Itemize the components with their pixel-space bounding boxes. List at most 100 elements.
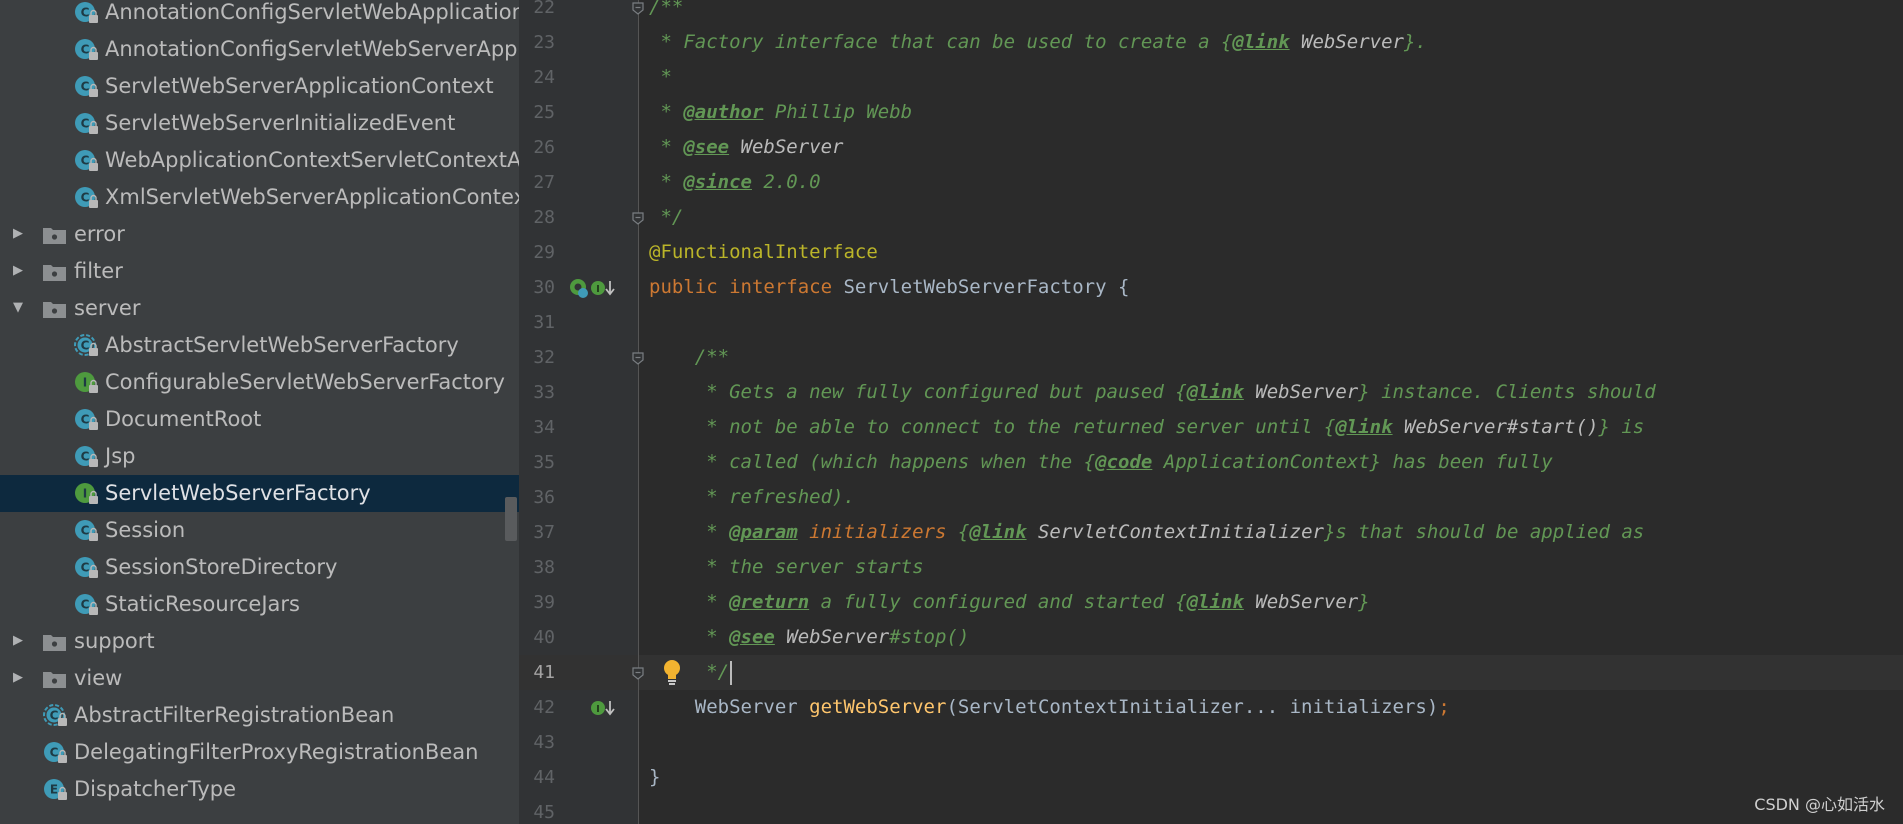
line-number: 35 (533, 452, 555, 473)
code-token: * (649, 136, 684, 158)
fold-marker-icon[interactable] (631, 665, 645, 680)
navigate-down-icon[interactable] (604, 279, 616, 301)
line-number: 43 (533, 732, 555, 753)
code-token: } (1358, 591, 1370, 613)
tree-class-row[interactable]: C Jsp (0, 438, 519, 475)
tree-class-row[interactable]: C AbstractFilterRegistrationBean (0, 697, 519, 734)
expand-arrow-right-icon[interactable]: ▶ (11, 670, 25, 686)
code-line[interactable]: 40 * @see WebServer#stop() (519, 620, 1903, 655)
tree-class-row[interactable]: C DocumentRoot (0, 401, 519, 438)
line-number: 38 (533, 557, 555, 578)
tree-item-label: AnnotationConfigServletWebServerApplicat… (105, 37, 519, 61)
tree-class-row[interactable]: I ServletWebServerFactory (0, 475, 519, 512)
expand-arrow-right-icon[interactable]: ▶ (11, 263, 25, 279)
package-folder-icon (42, 632, 68, 652)
code-line[interactable]: 33 * Gets a new fully configured but pau… (519, 375, 1903, 410)
tree-scrollbar[interactable] (505, 497, 517, 541)
code-token: public interface (649, 276, 844, 298)
code-token: WebServer (1289, 31, 1404, 53)
line-number: 27 (533, 172, 555, 193)
svg-text:C: C (81, 43, 90, 57)
navigate-down-icon[interactable] (604, 699, 616, 721)
tree-class-row[interactable]: C ServletWebServerApplicationContext (0, 68, 519, 105)
line-number: 29 (533, 242, 555, 263)
tree-class-row[interactable]: C WebApplicationContextServletContextAwar… (0, 142, 519, 179)
svg-text:I: I (596, 704, 600, 715)
tree-class-row[interactable]: C DelegatingFilterProxyRegistrationBean (0, 734, 519, 771)
line-number: 44 (533, 767, 555, 788)
ide-window: C AnnotationConfigServletWebApplicationCo… (0, 0, 1903, 824)
expand-arrow-right-icon[interactable]: ▶ (11, 633, 25, 649)
code-editor[interactable]: 22 /** 23 * Factory interface that can be … (519, 0, 1903, 824)
tree-class-row[interactable]: C ServletWebServerInitializedEvent (0, 105, 519, 142)
tree-class-row[interactable]: C SessionStoreDirectory (0, 549, 519, 586)
code-line[interactable]: 42 WebServer getWebServer(ServletContext… (519, 690, 1903, 725)
code-line[interactable]: 29 @FunctionalInterface (519, 235, 1903, 270)
expand-arrow-down-icon[interactable]: ▼ (11, 300, 25, 316)
code-token: @code (1095, 451, 1153, 473)
tree-class-row[interactable]: C AnnotationConfigServletWebServerApplica… (0, 31, 519, 68)
code-line[interactable]: 34 * not be able to connect to the retur… (519, 410, 1903, 445)
tree-class-row[interactable]: C XmlServletWebServerApplicationContext (0, 179, 519, 216)
line-number: 31 (533, 312, 555, 333)
current-code-line[interactable]: 41 */ (519, 655, 1903, 690)
tree-class-row[interactable]: E DispatcherType (0, 771, 519, 808)
code-line[interactable]: 39 * @return a fully configured and star… (519, 585, 1903, 620)
fold-marker-icon[interactable] (631, 350, 645, 365)
tree-package-row[interactable]: ▶ error (0, 216, 519, 253)
code-line[interactable]: 26 * @see WebServer (519, 130, 1903, 165)
svg-text:C: C (81, 154, 90, 168)
expand-arrow-right-icon[interactable]: ▶ (11, 226, 25, 242)
code-line[interactable]: 28 */ (519, 200, 1903, 235)
line-number: 36 (533, 487, 555, 508)
line-number: 33 (533, 382, 555, 403)
code-line[interactable]: 22 /** (519, 0, 1903, 25)
tree-package-row[interactable]: ▶ filter (0, 253, 519, 290)
code-token: #stop() (889, 626, 970, 648)
code-token: }. (1403, 31, 1427, 53)
tree-item-label: AnnotationConfigServletWebApplicationCon… (105, 0, 519, 24)
intention-bulb-icon[interactable] (661, 659, 683, 689)
svg-text:C: C (81, 450, 90, 464)
tree-class-row[interactable]: I ConfigurableServletWebServerFactory (0, 364, 519, 401)
code-line[interactable]: 43 (519, 725, 1903, 760)
code-line[interactable]: 23 * Factory interface that can be used … (519, 25, 1903, 60)
tree-item-label: WebApplicationContextServletContextAware… (105, 148, 519, 172)
code-text: } (649, 760, 660, 795)
code-line[interactable]: 36 * refreshed). (519, 480, 1903, 515)
tree-package-row[interactable]: ▶ view (0, 660, 519, 697)
code-text: /** (649, 340, 729, 375)
tree-class-row[interactable]: C Session (0, 512, 519, 549)
code-line[interactable]: 25 * @author Phillip Webb (519, 95, 1903, 130)
code-token: WebServer (649, 696, 810, 718)
tree-class-row[interactable]: C AnnotationConfigServletWebApplicationCo… (0, 0, 519, 31)
code-line[interactable]: 30 public interface ServletWebServerFacto… (519, 270, 1903, 305)
code-line[interactable]: 38 * the server starts (519, 550, 1903, 585)
code-line[interactable]: 32 /** (519, 340, 1903, 375)
svg-text:C: C (50, 746, 59, 760)
svg-text:C: C (81, 598, 90, 612)
code-text: /** (649, 0, 683, 25)
code-line[interactable]: 44} (519, 760, 1903, 795)
code-token: /** (649, 346, 730, 368)
code-line[interactable]: 37 * @param initializers {@link ServletC… (519, 515, 1903, 550)
code-token: * (649, 521, 730, 543)
fold-marker-icon[interactable] (631, 0, 645, 15)
abstract-class-icon: C (73, 333, 99, 359)
tree-package-row[interactable]: ▶ support (0, 623, 519, 660)
fold-marker-icon[interactable] (631, 210, 645, 225)
code-line[interactable]: 27 * @since 2.0.0 (519, 165, 1903, 200)
tree-item-label: error (74, 222, 125, 246)
code-token: * refreshed). (649, 486, 855, 508)
svg-text:C: C (81, 6, 90, 20)
code-line[interactable]: 31 (519, 305, 1903, 340)
tree-package-row[interactable]: ▼ server (0, 290, 519, 327)
code-line[interactable]: 45 (519, 795, 1903, 824)
tree-class-row[interactable]: C AbstractServletWebServerFactory (0, 327, 519, 364)
tree-class-row[interactable]: C StaticResourceJars (0, 586, 519, 623)
code-line[interactable]: 24 * (519, 60, 1903, 95)
code-line[interactable]: 35 * called (which happens when the {@co… (519, 445, 1903, 480)
code-token: { (946, 521, 970, 543)
svg-text:C: C (81, 413, 90, 427)
implemented-by-icon[interactable] (568, 277, 590, 303)
